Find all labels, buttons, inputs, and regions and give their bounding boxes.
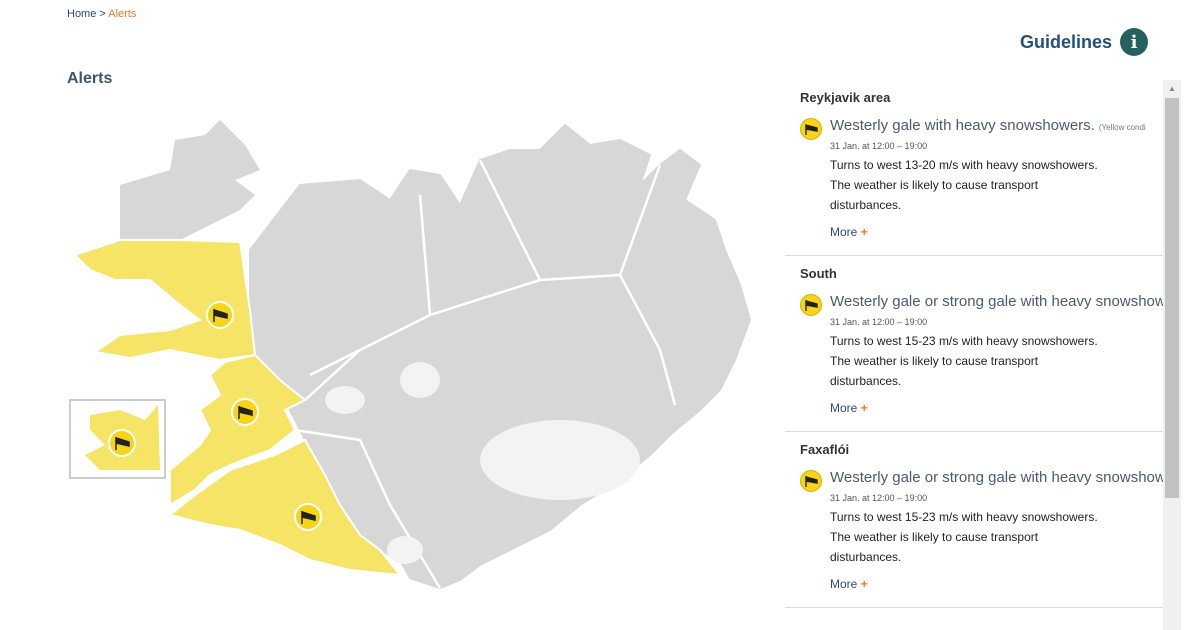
alert-item: Westerly gale or strong gale with heavy …	[800, 469, 1163, 593]
windsock-icon	[800, 118, 822, 140]
alert-time: 31 Jan. at 12:00 – 19:00	[830, 493, 928, 503]
more-link[interactable]: More +	[830, 401, 868, 415]
alert-note: (Yellow condi	[1098, 123, 1146, 132]
more-link[interactable]: More +	[830, 225, 868, 239]
alert-description: Turns to west 15-23 m/s with heavy snows…	[830, 510, 1098, 564]
more-link[interactable]: More +	[830, 577, 868, 591]
plus-icon: +	[860, 577, 868, 591]
map-glacier-hofsjokull	[325, 386, 365, 414]
alert-time: 31 Jan. at 12:00 – 19:00	[830, 317, 928, 327]
alert-item: Westerly gale with heavy snowshowers. (Ye…	[800, 117, 1163, 241]
alert-item: Westerly gale or strong gale with heavy …	[800, 293, 1163, 417]
alert-region: South Westerly gale or strong gale with …	[785, 256, 1163, 432]
breadcrumb-current: Alerts	[108, 8, 137, 20]
region-name: South	[800, 266, 837, 281]
map-region-westfjords-south[interactable]	[73, 239, 257, 362]
plus-icon: +	[860, 401, 868, 415]
windsock-icon[interactable]	[206, 301, 234, 329]
iceland-alert-map[interactable]	[60, 110, 760, 600]
windsock-icon	[800, 294, 822, 316]
alert-description: Turns to west 15-23 m/s with heavy snows…	[830, 334, 1098, 388]
alert-time: 31 Jan. at 12:00 – 19:00	[830, 141, 928, 151]
more-label: More	[830, 577, 858, 591]
more-label: More	[830, 401, 858, 415]
breadcrumb: Home > Alerts	[67, 8, 136, 20]
guidelines-link[interactable]: Guidelines i	[1020, 28, 1148, 56]
windsock-icon[interactable]	[231, 398, 259, 426]
info-icon[interactable]: i	[1120, 28, 1148, 56]
alert-region: Faxaflói Westerly gale or strong gale wi…	[785, 432, 1163, 608]
windsock-icon[interactable]	[108, 429, 136, 457]
region-name: Faxaflói	[800, 442, 850, 457]
alert-title-link[interactable]: Westerly gale or strong gale with heavy …	[830, 469, 1163, 486]
windsock-icon	[800, 470, 822, 492]
scrollbar-thumb[interactable]	[1165, 98, 1179, 498]
guidelines-label: Guidelines	[1019, 31, 1112, 52]
more-label: More	[830, 225, 858, 239]
scroll-up-icon[interactable]: ▲	[1163, 80, 1181, 96]
breadcrumb-home-link[interactable]: Home	[67, 8, 96, 20]
map-glacier-langjokull	[400, 362, 440, 398]
alert-title-link[interactable]: Westerly gale with heavy snowshowers.	[830, 117, 1095, 134]
alerts-panel[interactable]: Reykjavik area Westerly gale with heavy …	[785, 80, 1181, 630]
map-land-westfjords[interactable]	[120, 120, 260, 240]
map-glacier-vatnajokull	[480, 420, 640, 500]
alert-region: Reykjavik area Westerly gale with heavy …	[785, 80, 1163, 256]
windsock-icon[interactable]	[294, 503, 322, 531]
plus-icon: +	[860, 225, 868, 239]
map-glacier-myrdalsjokull	[387, 536, 423, 564]
breadcrumb-separator: >	[99, 8, 106, 20]
alert-title-link[interactable]: Westerly gale or strong gale with heavy …	[830, 293, 1163, 310]
region-name: Reykjavik area	[800, 90, 891, 105]
page-title: Alerts	[67, 70, 113, 87]
alert-description: Turns to west 13-20 m/s with heavy snows…	[830, 158, 1098, 212]
scrollbar[interactable]: ▲	[1163, 80, 1181, 630]
